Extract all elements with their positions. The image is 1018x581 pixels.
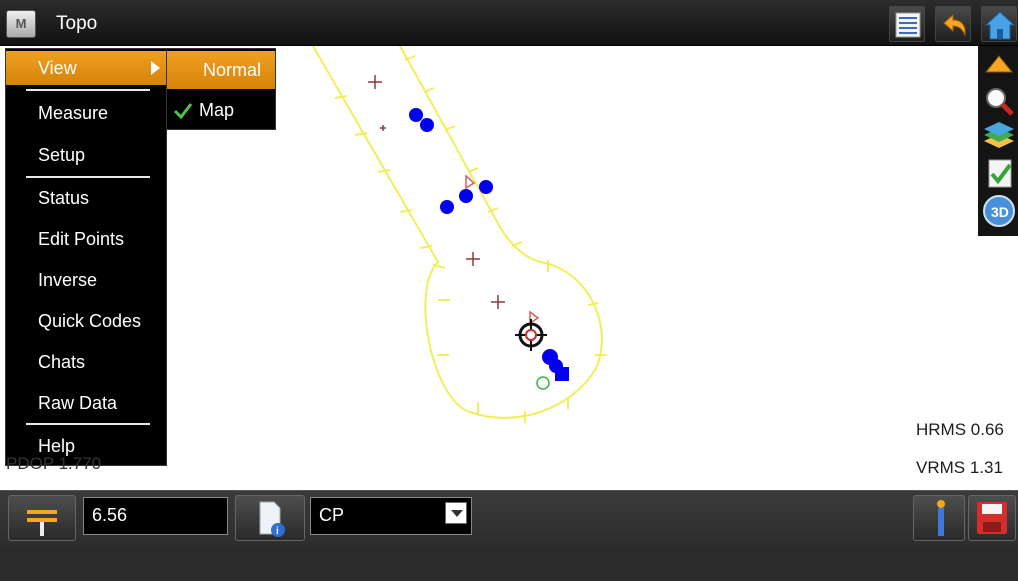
view-submenu: Normal Map [166,48,276,130]
menu-item-measure[interactable]: Measure [6,96,166,130]
main-menu: View Measure Setup Status Edit Points In… [5,48,167,466]
menu-item-label: Measure [38,103,109,123]
bottom-toolbar: 6.56 i CP [0,490,1018,581]
bottom-strip [0,547,1018,581]
vrms-readout: VRMS 1.31 [916,458,1003,477]
menu-item-label: Status [38,188,90,208]
chevron-down-icon[interactable] [445,502,467,524]
undo-icon[interactable] [935,6,971,42]
menu-item-chats[interactable]: Chats [6,345,166,379]
current-position-icon [515,319,547,351]
menu-item-status[interactable]: Status [6,181,166,215]
menu-item-label: Quick Codes [38,311,142,331]
menu-separator [26,423,150,425]
home-icon[interactable] [981,6,1017,42]
menu-item-label: Raw Data [38,393,118,413]
svg-text:3D: 3D [991,204,1009,220]
menu-item-inverse[interactable]: Inverse [6,263,166,297]
menu-item-label: View [38,58,77,78]
svg-text:i: i [276,526,279,537]
rod-height-input[interactable]: 6.56 [83,497,228,535]
menu-separator [26,89,150,91]
menu-item-label: Inverse [38,270,98,290]
layers-icon[interactable] [981,120,1017,154]
code-select[interactable]: CP [310,497,472,535]
hrms-readout: HRMS 0.66 [916,420,1004,439]
menu-item-label: Edit Points [38,229,125,249]
survey-points[interactable] [409,108,569,381]
save-icon[interactable] [968,495,1016,541]
list-icon[interactable] [889,6,925,42]
app-menu-button[interactable]: M [6,10,36,38]
menu-item-view[interactable]: View [6,51,166,85]
menu-item-label: Help [38,436,76,456]
page-title: Topo [56,13,98,34]
pan-up-icon[interactable] [981,48,1017,82]
right-toolbar: 3D [978,46,1018,236]
title-bar: M Topo [0,0,1018,46]
menu-item-label: Setup [38,145,86,165]
checkmark-icon [173,103,193,120]
menu-item-label: Chats [38,352,86,372]
check-list-icon[interactable] [981,156,1017,190]
submenu-item-map[interactable]: Map [167,91,275,129]
menu-item-raw-data[interactable]: Raw Data [6,386,166,420]
instrument-icon[interactable] [913,495,965,541]
menu-item-quick-codes[interactable]: Quick Codes [6,304,166,338]
menu-separator [26,176,150,178]
zoom-icon[interactable] [981,84,1017,118]
submenu-item-normal[interactable]: Normal [167,51,275,89]
menu-item-edit-points[interactable]: Edit Points [6,222,166,256]
3d-view-icon[interactable]: 3D [981,194,1017,228]
pdop-readout: PDOP 1.770 [6,454,102,473]
menu-item-setup[interactable]: Setup [6,138,166,172]
submenu-item-label: Map [199,100,235,120]
chevron-right-icon [151,61,160,75]
submenu-item-label: Normal [202,60,261,80]
rod-height-icon[interactable] [8,495,76,541]
code-select-value: CP [319,505,345,525]
point-info-icon[interactable]: i [235,495,305,541]
